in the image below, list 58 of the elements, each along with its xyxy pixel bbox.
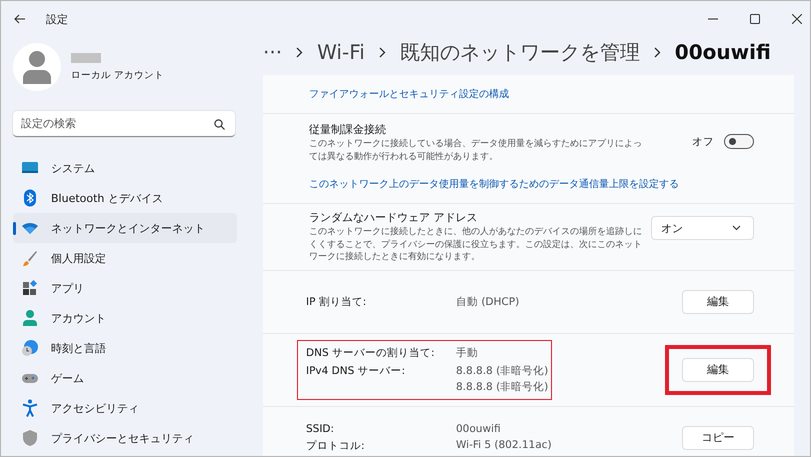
sidebar-item[interactable]: 時刻と言語	[13, 333, 237, 363]
setting-description: このネットワークに接続したときに、他の人があなたのデバイスの場所を追跡しにくくすることで、プライバシーの保護に役立ちます。この設定は、次にこのネットワークに接続したときに有効になります。	[309, 226, 643, 264]
chevron-right-icon	[378, 46, 386, 58]
sidebar-item[interactable]: プライバシーとセキュリティ	[13, 423, 237, 453]
property-label: IP 割り当て:	[306, 294, 368, 309]
action-button[interactable]: 編集	[682, 290, 754, 314]
property-value: Wi-Fi 5 (802.11ac)	[456, 438, 552, 451]
chevron-right-icon	[296, 46, 304, 58]
sidebar-item[interactable]: 個人用設定	[13, 243, 237, 273]
globe-clock-icon	[21, 339, 39, 357]
back-arrow-icon[interactable]	[14, 14, 26, 24]
sidebar-item[interactable]: ネットワークとインターネット	[13, 213, 237, 243]
window-title: 設定	[46, 12, 68, 26]
sidebar-item[interactable]: アカウント	[13, 303, 237, 333]
search-icon	[214, 119, 225, 130]
firewall-settings-link[interactable]: ファイアウォールとセキュリティ設定の構成	[309, 87, 509, 101]
chevron-right-icon	[654, 46, 661, 58]
property-value: 8.8.8.8 (非暗号化)	[456, 364, 548, 378]
sidebar-item[interactable]: システム	[13, 153, 237, 183]
sidebar-item[interactable]: アプリ	[13, 273, 237, 303]
sidebar-item[interactable]: Bluetooth とデバイス	[13, 183, 237, 213]
breadcrumb-item[interactable]: Wi-Fi	[317, 40, 365, 64]
person-icon	[21, 309, 39, 327]
setting-title: ランダムなハードウェア アドレス	[309, 210, 478, 226]
action-button[interactable]: 編集	[682, 358, 754, 382]
chevron-down-icon	[732, 225, 741, 232]
dropdown[interactable]: オン	[651, 216, 754, 240]
minimize-icon[interactable]	[708, 18, 718, 20]
action-button[interactable]: コピー	[682, 426, 754, 450]
breadcrumb-item[interactable]: 既知のネットワークを管理	[400, 38, 640, 66]
sidebar-item[interactable]: ゲーム	[13, 363, 237, 393]
property-label: DNS サーバーの割り当て:	[306, 346, 436, 360]
apps-icon	[21, 279, 39, 297]
property-value: 8.8.8.8 (非暗号化)	[456, 380, 548, 394]
account-type: ローカル アカウント	[71, 68, 164, 82]
data-limit-link[interactable]: このネットワーク上のデータ使用量を制御するためのデータ通信量上限を設定する	[309, 177, 754, 192]
property-value: 自動 (DHCP)	[456, 294, 520, 309]
property-label: プロトコル:	[306, 438, 366, 453]
close-icon[interactable]	[792, 14, 802, 24]
property-label: SSID:	[306, 422, 336, 435]
setting-title: 従量制課金接続	[309, 122, 387, 137]
accessibility-icon	[21, 399, 39, 417]
redacted-name	[71, 52, 101, 62]
breadcrumb-item[interactable]: ···	[263, 40, 282, 64]
breadcrumb-item: 00ouwifi	[674, 40, 771, 64]
search-field[interactable]: 設定の検索	[13, 111, 235, 137]
shield-icon	[21, 429, 39, 447]
toggle-switch[interactable]	[724, 134, 754, 149]
avatar-icon	[13, 43, 61, 91]
brush-icon	[21, 249, 39, 267]
toggle-state-label: オフ	[692, 134, 714, 148]
maximize-icon[interactable]	[750, 14, 760, 24]
property-value: 00ouwifi	[456, 422, 501, 435]
bluetooth-icon	[21, 189, 39, 207]
property-label: IPv4 DNS サーバー:	[306, 364, 406, 379]
setting-description: このネットワークに接続している場合、データ使用量を減らすためにアプリによっては異なる動作が行われる可能性があります。	[309, 138, 643, 164]
property-value: 手動	[456, 346, 478, 360]
sidebar-item[interactable]: アクセシビリティ	[13, 393, 237, 423]
